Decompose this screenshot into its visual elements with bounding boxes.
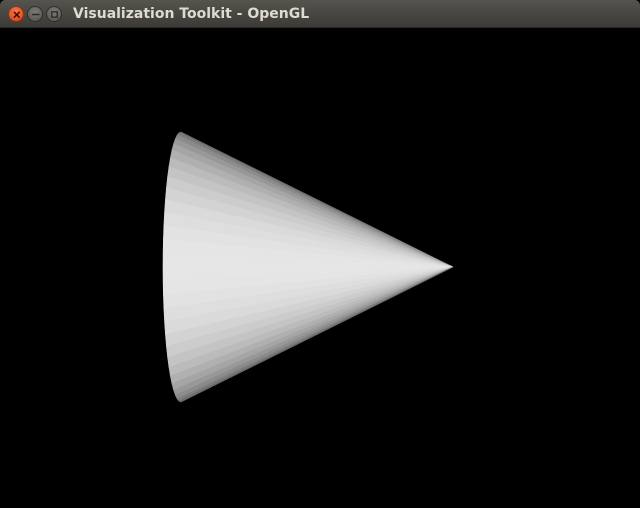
window-title: Visualization Toolkit - OpenGL [73, 6, 310, 22]
minimize-icon [31, 13, 40, 16]
maximize-button[interactable] [46, 6, 62, 22]
window-controls [8, 6, 62, 22]
minimize-button[interactable] [27, 6, 43, 22]
close-icon [13, 11, 20, 18]
close-button[interactable] [8, 6, 24, 22]
render-viewport[interactable] [0, 28, 640, 508]
app-window: Visualization Toolkit - OpenGL [0, 0, 640, 508]
maximize-icon [51, 11, 58, 18]
cone-render [162, 131, 454, 403]
title-bar[interactable]: Visualization Toolkit - OpenGL [0, 0, 640, 28]
